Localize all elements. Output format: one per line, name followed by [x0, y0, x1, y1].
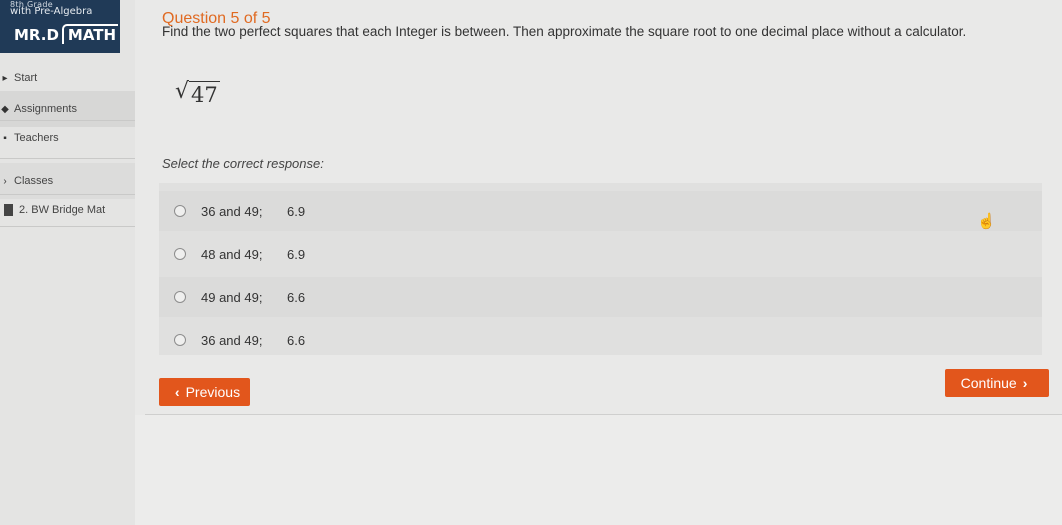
choice-squares: 49 and 49;: [201, 289, 263, 305]
lower-area: [135, 415, 1062, 525]
choice-squares: 36 and 49;: [201, 332, 263, 348]
hand-cursor-icon: ☝: [977, 213, 996, 230]
question-prompt: Find the two perfect squares that each I…: [162, 24, 967, 39]
choices-list: 36 and 49; 6.9 48 and 49; 6.9 49 and 49;…: [159, 183, 1042, 355]
sidebar-item-label: Assignments: [14, 103, 77, 115]
play-icon: ▸: [2, 72, 8, 84]
assignment-icon: ◆: [1, 103, 9, 115]
choice-squares: 48 and 49;: [201, 246, 263, 262]
radio-button[interactable]: [174, 205, 186, 217]
continue-button[interactable]: Continue ›: [945, 369, 1049, 397]
sidebar-item-teachers[interactable]: ▪ Teachers: [0, 120, 135, 156]
choice-option[interactable]: 36 and 49; 6.9: [159, 191, 1042, 231]
brand-name: MR.D MATH: [14, 24, 119, 44]
brand-subtitle: with Pre-Algebra: [10, 6, 93, 17]
radio-button[interactable]: [174, 334, 186, 346]
choice-option[interactable]: 48 and 49; 6.9: [159, 234, 1042, 274]
teacher-icon: ▪: [3, 132, 7, 144]
previous-button[interactable]: ‹ Previous: [159, 378, 250, 406]
sidebar-item-label: 2. BW Bridge Mat: [19, 204, 106, 216]
square-root-expression: √ 47: [175, 78, 220, 108]
radicand: 47: [189, 81, 220, 107]
class-icon: [4, 204, 13, 216]
sidebar-item-label: Classes: [14, 175, 54, 187]
continue-label: Continue: [960, 375, 1017, 391]
chevron-left-icon: ‹: [174, 384, 180, 400]
chevron-right-icon: ›: [1022, 375, 1028, 391]
sidebar-divider: [0, 226, 135, 227]
choice-approx: 6.9: [287, 246, 306, 262]
response-instruction: Select the correct response:: [162, 156, 324, 171]
choice-approx: 6.9: [287, 203, 306, 219]
chevron-icon: ›: [3, 175, 7, 187]
choice-approx: 6.6: [287, 332, 306, 348]
choice-option[interactable]: 49 and 49; 6.6: [159, 277, 1042, 317]
choice-option[interactable]: 36 and 49; 6.6: [159, 320, 1042, 360]
choice-squares: 36 and 49;: [201, 203, 263, 219]
brand-logo-right: MATH: [61, 24, 119, 44]
previous-label: Previous: [185, 384, 241, 400]
sidebar: 8th Grade with Pre-Algebra MR.D MATH ▸ St…: [0, 0, 135, 525]
sidebar-item-label: Start: [14, 72, 38, 84]
brand-logo[interactable]: 8th Grade with Pre-Algebra MR.D MATH: [0, 0, 120, 53]
radical-icon: √: [175, 79, 190, 104]
sidebar-divider: [0, 158, 135, 159]
brand-logo-left: MR.D: [14, 26, 59, 44]
radio-button[interactable]: [174, 248, 186, 260]
question-panel: Question 5 of 5 Find the two perfect squ…: [135, 0, 1062, 525]
sidebar-item-label: Teachers: [14, 132, 59, 144]
radio-button[interactable]: [174, 291, 186, 303]
choice-approx: 6.6: [287, 289, 306, 305]
sidebar-item-class[interactable]: 2. BW Bridge Mat: [0, 194, 135, 226]
